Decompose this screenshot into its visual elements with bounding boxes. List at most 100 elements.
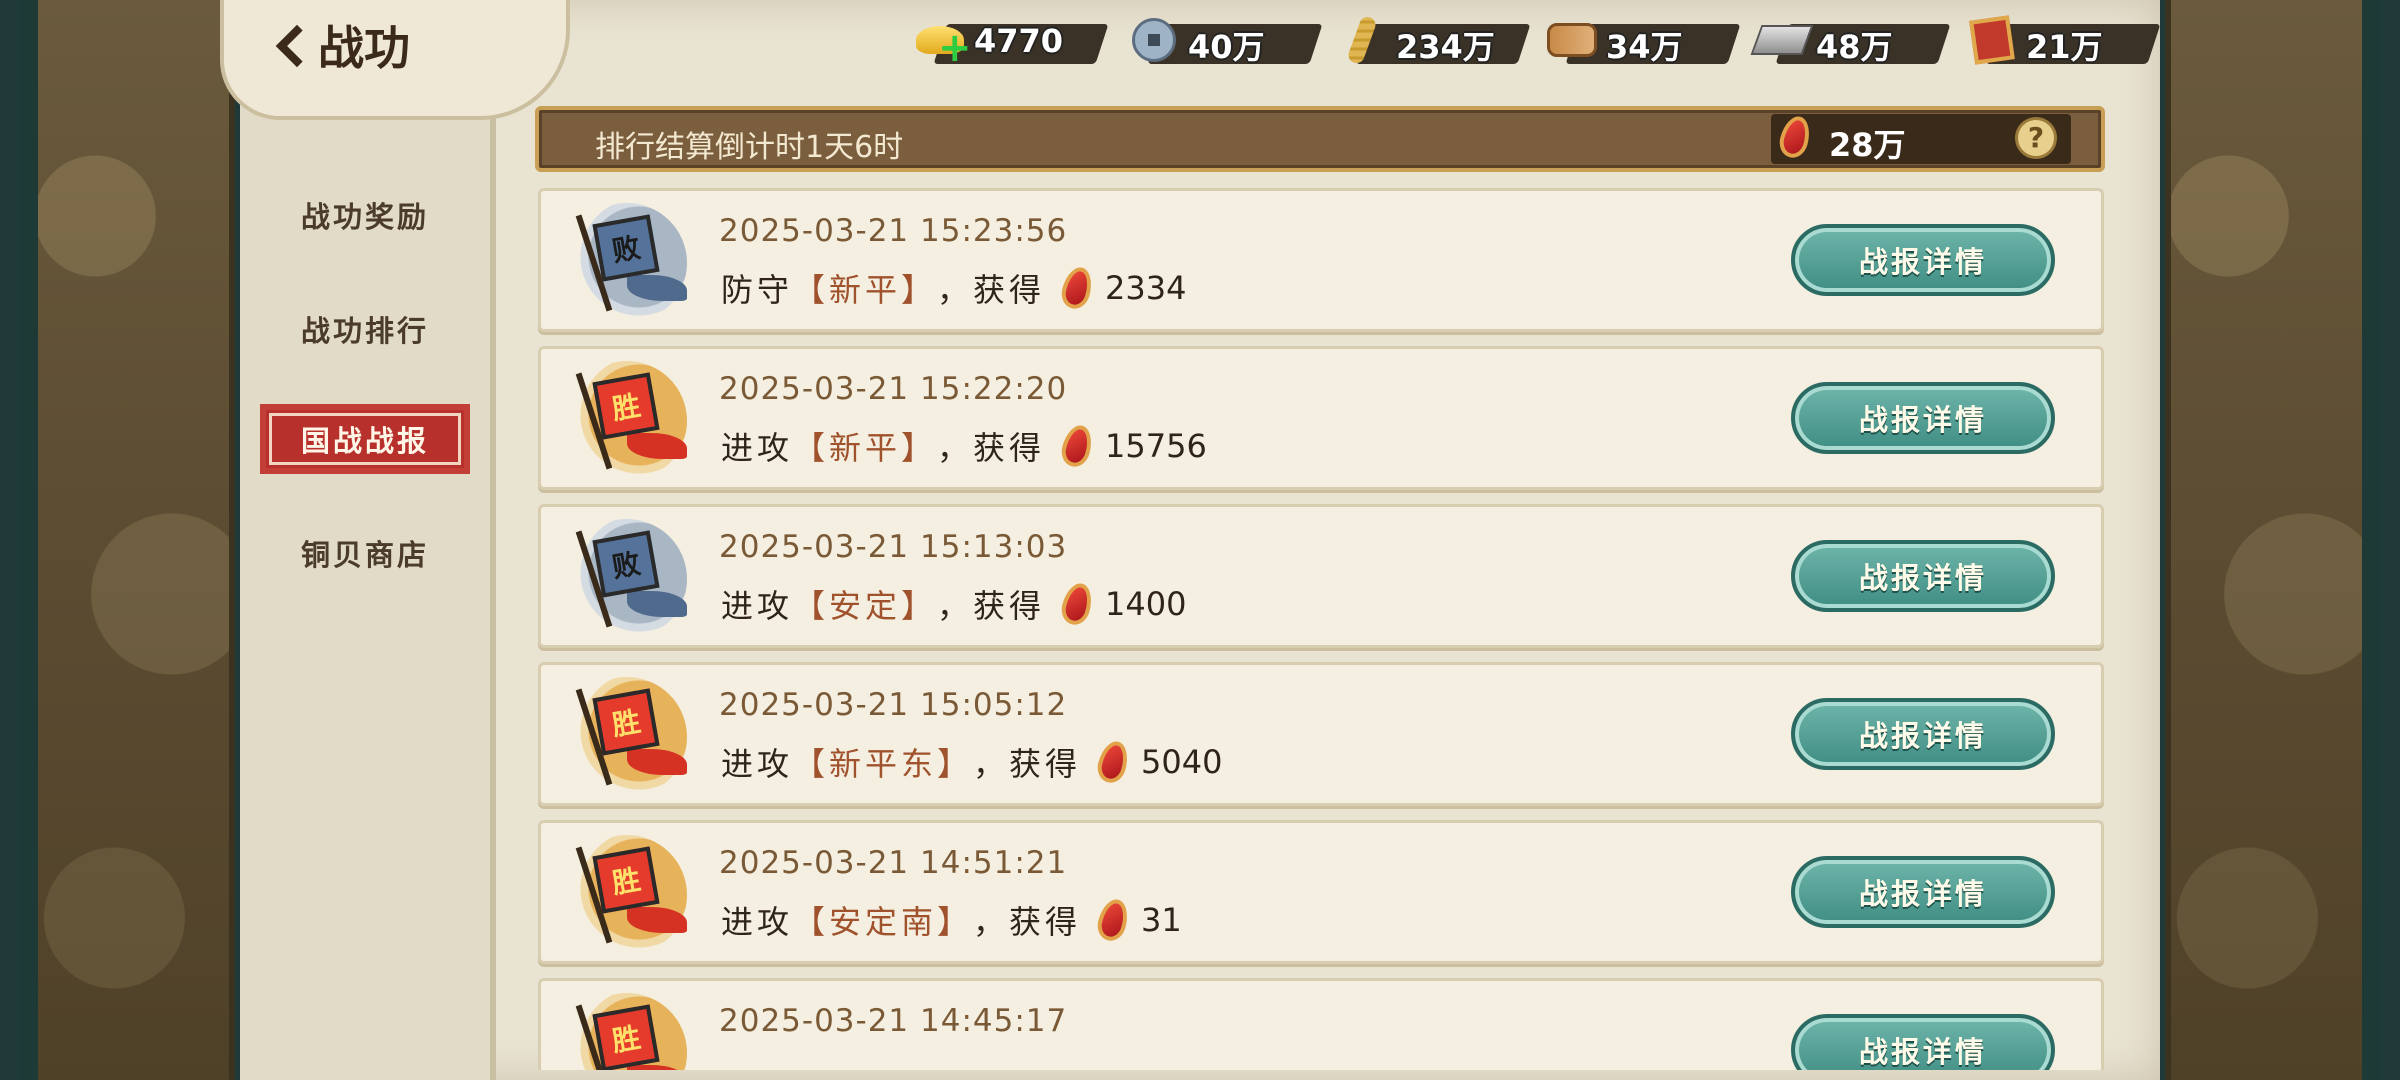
- defeat-flag-icon: 败: [567, 519, 687, 639]
- resource-gold[interactable]: 4770: [914, 12, 1109, 76]
- copper-coin-icon: [1128, 14, 1180, 66]
- battle-amount: 15756: [1105, 427, 1207, 465]
- wood-icon: [1546, 14, 1598, 66]
- sidebar-item-label: 国战战报: [300, 424, 429, 458]
- countdown-text: 排行结算倒计时1天6时: [595, 130, 904, 165]
- battle-gain-text: ，获得: [937, 587, 1046, 625]
- list-item: 败 2025-03-21 15:23:56 防守 【新平】 ，获得 2334 战…: [538, 188, 2104, 332]
- ranking-countdown-bar: 排行结算倒计时1天6时 28万 ?: [535, 106, 2105, 172]
- battle-place: 【新平东】: [793, 745, 974, 783]
- resource-value: 34万: [1606, 28, 1683, 66]
- list-item: 胜 2025-03-21 15:05:12 进攻 【新平东】 ，获得 5040 …: [538, 662, 2104, 806]
- battle-amount: 5040: [1141, 743, 1223, 781]
- battle-gain-text: ，获得: [937, 271, 1046, 309]
- report-details-button[interactable]: 战报详情: [1791, 856, 2055, 928]
- victory-flag-icon: 胜: [567, 993, 687, 1070]
- merit-gem-icon: [1058, 264, 1097, 312]
- merit-gem-icon: [1058, 422, 1097, 470]
- report-details-button[interactable]: 战报详情: [1791, 224, 2055, 296]
- sidebar-item-merit-ranking[interactable]: 战功排行: [260, 294, 470, 364]
- iron-icon: [1750, 14, 1814, 66]
- merit-gem-icon: [1058, 580, 1097, 628]
- battle-amount: 31: [1141, 901, 1182, 939]
- report-details-button[interactable]: 战报详情: [1791, 1014, 2055, 1070]
- sidebar-item-merit-rewards[interactable]: 战功奖励: [260, 180, 470, 250]
- sidebar-item-war-reports[interactable]: 国战战报: [260, 404, 470, 474]
- resource-value: 21万: [2026, 28, 2103, 66]
- left-decorative-border: [20, 0, 235, 1080]
- battle-action: 进攻: [721, 429, 794, 467]
- result-label: 胜: [592, 846, 660, 914]
- merit-seal-icon: [1966, 14, 2018, 66]
- page-title: 战功: [318, 21, 410, 75]
- merit-gem-icon: [1094, 896, 1133, 944]
- battle-report-list[interactable]: 败 2025-03-21 15:23:56 防守 【新平】 ，获得 2334 战…: [538, 188, 2104, 1070]
- merit-score: 28万: [1829, 126, 1906, 164]
- list-item: 胜 2025-03-21 14:45:17 战报详情: [538, 978, 2104, 1070]
- battle-time: 2025-03-21 15:05:12: [719, 687, 1068, 723]
- result-label: 胜: [592, 372, 660, 440]
- battle-action: 防守: [721, 271, 794, 309]
- battle-time: 2025-03-21 15:23:56: [719, 213, 1068, 249]
- list-item: 胜 2025-03-21 15:22:20 进攻 【新平】 ，获得 15756 …: [538, 346, 2104, 490]
- battle-gain-text: ，获得: [973, 745, 1082, 783]
- battle-gain-text: ，获得: [937, 429, 1046, 467]
- defeat-flag-icon: 败: [567, 203, 687, 323]
- merit-gem-icon: [1776, 113, 1814, 161]
- sidebar-item-copper-shop[interactable]: 铜贝商店: [260, 518, 470, 588]
- sidebar-item-label: 铜贝商店: [300, 538, 429, 572]
- sidebar: 战功奖励 战功排行 国战战报 铜贝商店: [240, 0, 496, 1080]
- battle-amount: 1400: [1105, 585, 1187, 623]
- resource-bar: 4770 40万 234万 34万 48万 21万: [900, 12, 2161, 76]
- battle-action: 进攻: [721, 745, 794, 783]
- result-label: 败: [592, 530, 660, 598]
- merit-score-box: 28万 ?: [1771, 113, 2071, 164]
- resource-copper[interactable]: 40万: [1128, 12, 1323, 76]
- battle-time: 2025-03-21 15:13:03: [719, 529, 1068, 565]
- resource-value: 48万: [1816, 28, 1893, 66]
- resource-iron[interactable]: 48万: [1750, 12, 1951, 76]
- report-details-button[interactable]: 战报详情: [1791, 698, 2055, 770]
- battle-place: 【安定南】: [793, 903, 974, 941]
- report-details-button[interactable]: 战报详情: [1791, 382, 2055, 454]
- battle-time: 2025-03-21 15:22:20: [719, 371, 1068, 407]
- battle-amount: 2334: [1105, 269, 1187, 307]
- result-label: 败: [592, 214, 660, 282]
- victory-flag-icon: 胜: [567, 361, 687, 481]
- resource-wood[interactable]: 34万: [1546, 12, 1741, 76]
- grain-icon: [1336, 14, 1388, 66]
- battle-action: 进攻: [721, 587, 794, 625]
- battle-time: 2025-03-21 14:51:21: [719, 845, 1068, 881]
- battle-description: 进攻 【新平东】 ，获得 5040: [721, 738, 1223, 786]
- battle-gain-text: ，获得: [973, 903, 1082, 941]
- battle-description: 进攻 【安定南】 ，获得 31: [721, 896, 1182, 944]
- battle-action: 进攻: [721, 903, 794, 941]
- list-item: 胜 2025-03-21 14:51:21 进攻 【安定南】 ，获得 31 战报…: [538, 820, 2104, 964]
- resource-merit-seal[interactable]: 21万: [1966, 12, 2161, 76]
- list-item: 败 2025-03-21 15:13:03 进攻 【安定】 ，获得 1400 战…: [538, 504, 2104, 648]
- resource-value: 234万: [1396, 28, 1495, 66]
- back-arrow-icon[interactable]: [272, 25, 312, 65]
- victory-flag-icon: 胜: [567, 677, 687, 797]
- sidebar-item-label: 战功奖励: [300, 200, 429, 234]
- resource-value: 40万: [1188, 28, 1265, 66]
- battle-description: 进攻 【安定】 ，获得 1400: [721, 580, 1187, 628]
- merit-gem-icon: [1094, 738, 1133, 786]
- gold-ingot-icon: [914, 14, 972, 66]
- resource-value: 4770: [974, 22, 1064, 60]
- victory-flag-icon: 胜: [567, 835, 687, 955]
- sidebar-item-label: 战功排行: [300, 314, 429, 348]
- help-icon[interactable]: ?: [2015, 117, 2057, 159]
- right-decorative-border: [2165, 0, 2380, 1080]
- battle-time: 2025-03-21 14:45:17: [719, 1003, 1068, 1039]
- battle-place: 【新平】: [793, 271, 938, 309]
- battle-place: 【安定】: [793, 587, 938, 625]
- result-label: 胜: [592, 1004, 660, 1070]
- report-details-button[interactable]: 战报详情: [1791, 540, 2055, 612]
- battle-place: 【新平】: [793, 429, 938, 467]
- page-title-group[interactable]: 战功: [272, 12, 410, 78]
- resource-grain[interactable]: 234万: [1336, 12, 1531, 76]
- battle-description: 防守 【新平】 ，获得 2334: [721, 264, 1187, 312]
- result-label: 胜: [592, 688, 660, 756]
- battle-description: 进攻 【新平】 ，获得 15756: [721, 422, 1207, 470]
